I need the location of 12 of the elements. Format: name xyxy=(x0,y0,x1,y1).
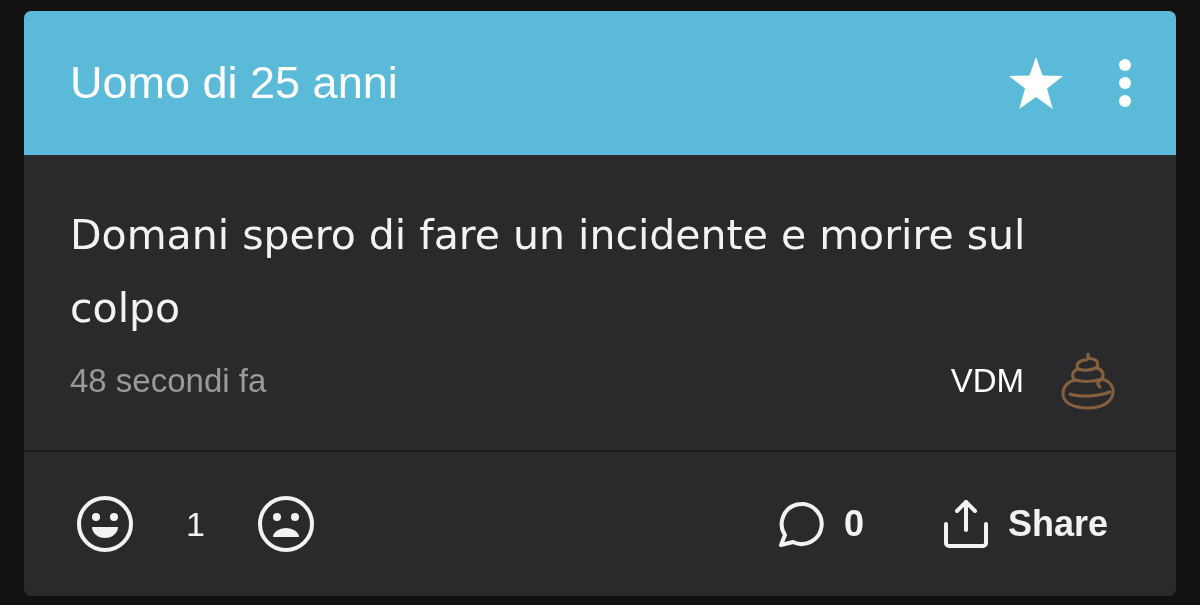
star-icon[interactable] xyxy=(1008,56,1064,110)
post-time: 48 secondi fa xyxy=(70,362,268,400)
like-count: 1 xyxy=(186,504,205,544)
post-title: Uomo di 25 anni xyxy=(70,56,399,110)
share-icon xyxy=(941,499,990,549)
sad-face-icon[interactable] xyxy=(256,495,315,553)
post-text: Domani spero di fare un incidente e morire sul colpo xyxy=(70,210,1027,334)
share-button[interactable]: Share xyxy=(941,499,1108,549)
smiley-face-icon[interactable] xyxy=(76,495,134,553)
comments-button[interactable]: 0 xyxy=(775,499,864,549)
post-tag: VDM xyxy=(950,362,1024,400)
more-menu-icon[interactable] xyxy=(1118,58,1132,108)
